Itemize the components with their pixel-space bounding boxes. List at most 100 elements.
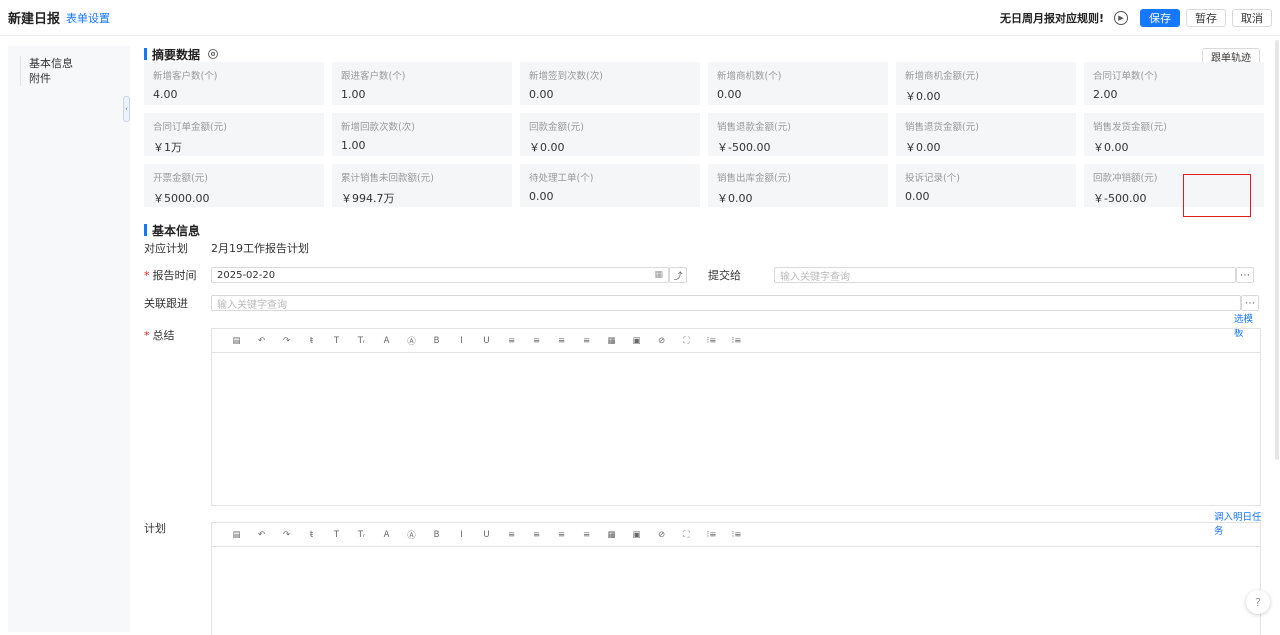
help-icon[interactable]: ? [1246,590,1270,614]
anchor-item-basic-info[interactable]: 基本信息 [29,56,73,71]
related-label: 关联跟进 [144,297,188,310]
more-icon[interactable]: ⋯ [1241,295,1259,311]
align-justify-icon[interactable]: ≡ [574,336,599,346]
image-icon[interactable]: ▣ [624,336,649,346]
align-right-icon[interactable]: ≡ [549,336,574,346]
card-value: ￥0.00 [905,90,941,103]
main-content: 摘要数据 ⚙ 跟单轨迹 新增客户数(个) 4.00 跟进客户数(个) 1.00 新增… [144,44,1264,635]
report-time-label: 报告时间 [144,267,211,283]
summary-card: 合同订单数(个) 2.00 [1084,62,1264,105]
card-label: 投诉记录(个) [905,173,960,184]
attachment-icon[interactable]: ⊘ [649,336,674,346]
header-bar: 新建日报 表单设置 无日周月报对应规则! ▶ 保存 暂存 取消 [0,0,1280,36]
plan-editor-label: 计划 [144,522,166,535]
summary-section-title: 摘要数据 ⚙ [144,44,1262,64]
clear-format-icon[interactable]: Tᵣ [349,336,374,346]
form-settings-link[interactable]: 表单设置 [66,10,110,26]
play-icon[interactable]: ▶ [1114,10,1128,25]
fullscreen-icon[interactable]: ⛶ [674,336,699,346]
calendar-icon[interactable]: ▦ [654,270,663,280]
basic-section-title: 基本信息 [144,220,1262,240]
ordered-list-icon[interactable]: ⁝≡ [699,336,724,346]
redo-icon[interactable]: ↷ [274,530,299,540]
card-label: 销售发货金额(元) [1093,122,1167,133]
unordered-list-icon[interactable]: ⁝≡ [724,336,749,346]
table-icon[interactable]: ▤ [224,530,249,540]
summary-card: 新增商机数(个) 0.00 [708,62,888,105]
summary-card: 新增商机金额(元) ￥0.00 [896,62,1076,105]
card-label: 待处理工单(个) [529,173,594,184]
fullscreen-icon[interactable]: ⛶ [674,530,699,540]
summary-card: 合同订单金额(元) ￥1万 [144,113,324,156]
submit-to-input[interactable]: 输入关键字查询 [774,267,1236,283]
plan-value: 2月19工作报告计划 [211,242,309,255]
card-value: ￥0.00 [717,192,753,205]
highlight-box [1183,174,1251,217]
more-icon[interactable]: ⋯ [1236,267,1254,283]
redo-icon[interactable]: ↷ [274,336,299,346]
summary-card: 跟进客户数(个) 1.00 [332,62,512,105]
save-button[interactable]: 保存 [1140,8,1180,27]
gear-icon[interactable]: ⚙ [208,49,219,59]
font-size-icon[interactable]: T [324,336,349,346]
strikethrough-icon[interactable]: ŧ [299,530,324,540]
summary-editor[interactable]: ▤ ↶ ↷ ŧ T Tᵣ A Ⓐ B I U ≡ ≡ ≡ ≡ ▦ ▣ ⊘ ⛶ ⁝… [211,328,1261,506]
bg-color-icon[interactable]: Ⓐ [399,335,424,347]
image-icon[interactable]: ▣ [624,530,649,540]
related-input[interactable]: 输入关键字查询 [211,295,1241,311]
card-value: 0.00 [529,190,554,203]
card-value: ￥1万 [153,141,182,154]
card-value: 0.00 [529,88,554,101]
basic-title-text: 基本信息 [152,223,201,238]
bold-icon[interactable]: B [424,530,449,540]
undo-icon[interactable]: ↶ [249,530,274,540]
underline-icon[interactable]: U [474,530,499,540]
trend-chart-icon[interactable]: ⤴ [669,267,687,283]
page: 新建日报 表单设置 无日周月报对应规则! ▶ 保存 暂存 取消 基本信息 附件 … [0,0,1280,635]
align-right-icon[interactable]: ≡ [549,530,574,540]
report-date-input[interactable]: 2025-02-20 ▦ [211,267,669,283]
attachment-icon[interactable]: ⊘ [649,530,674,540]
temp-save-button[interactable]: 暂存 [1186,8,1226,27]
cancel-button[interactable]: 取消 [1232,8,1272,27]
plan-editor[interactable]: ▤ ↶ ↷ ŧ T Tᵣ A Ⓐ B I U ≡ ≡ ≡ ≡ ▦ ▣ ⊘ ⛶ ⁝… [211,522,1261,635]
align-left-icon[interactable]: ≡ [499,530,524,540]
summary-label-row: 总结 [144,327,211,343]
editor-toolbar: ▤ ↶ ↷ ŧ T Tᵣ A Ⓐ B I U ≡ ≡ ≡ ≡ ▦ ▣ ⊘ ⛶ ⁝… [212,329,1260,353]
summary-card: 累计销售未回款额(元) ￥994.7万 [332,164,512,207]
summary-card: 销售发货金额(元) ￥0.00 [1084,113,1264,156]
card-label: 跟进客户数(个) [341,71,406,82]
align-justify-icon[interactable]: ≡ [574,530,599,540]
summary-card: 回款金额(元) ￥0.00 [520,113,700,156]
undo-icon[interactable]: ↶ [249,336,274,346]
font-color-icon[interactable]: A [374,530,399,540]
grid-icon[interactable]: ▦ [599,336,624,346]
italic-icon[interactable]: I [449,336,474,346]
bold-icon[interactable]: B [424,336,449,346]
page-scrollbar[interactable] [1275,40,1279,460]
anchor-item-attachments[interactable]: 附件 [29,71,73,86]
collapse-nav-handle[interactable]: ‹ [123,96,130,122]
summary-card: 新增客户数(个) 4.00 [144,62,324,105]
card-label: 回款金额(元) [529,122,584,133]
align-center-icon[interactable]: ≡ [524,530,549,540]
page-title: 新建日报 [8,12,61,27]
font-size-icon[interactable]: T [324,530,349,540]
font-color-icon[interactable]: A [374,336,399,346]
card-label: 新增商机数(个) [717,71,782,82]
underline-icon[interactable]: U [474,336,499,346]
clear-format-icon[interactable]: Tᵣ [349,530,374,540]
grid-icon[interactable]: ▦ [599,530,624,540]
align-left-icon[interactable]: ≡ [499,336,524,346]
summary-card: 开票金额(元) ￥5000.00 [144,164,324,207]
table-icon[interactable]: ▤ [224,336,249,346]
strikethrough-icon[interactable]: ŧ [299,336,324,346]
card-label: 累计销售未回款额(元) [341,173,434,184]
card-value: 0.00 [717,88,742,101]
italic-icon[interactable]: I [449,530,474,540]
ordered-list-icon[interactable]: ⁝≡ [699,530,724,540]
card-label: 合同订单金额(元) [153,122,227,133]
bg-color-icon[interactable]: Ⓐ [399,529,424,541]
align-center-icon[interactable]: ≡ [524,336,549,346]
unordered-list-icon[interactable]: ⁝≡ [724,530,749,540]
